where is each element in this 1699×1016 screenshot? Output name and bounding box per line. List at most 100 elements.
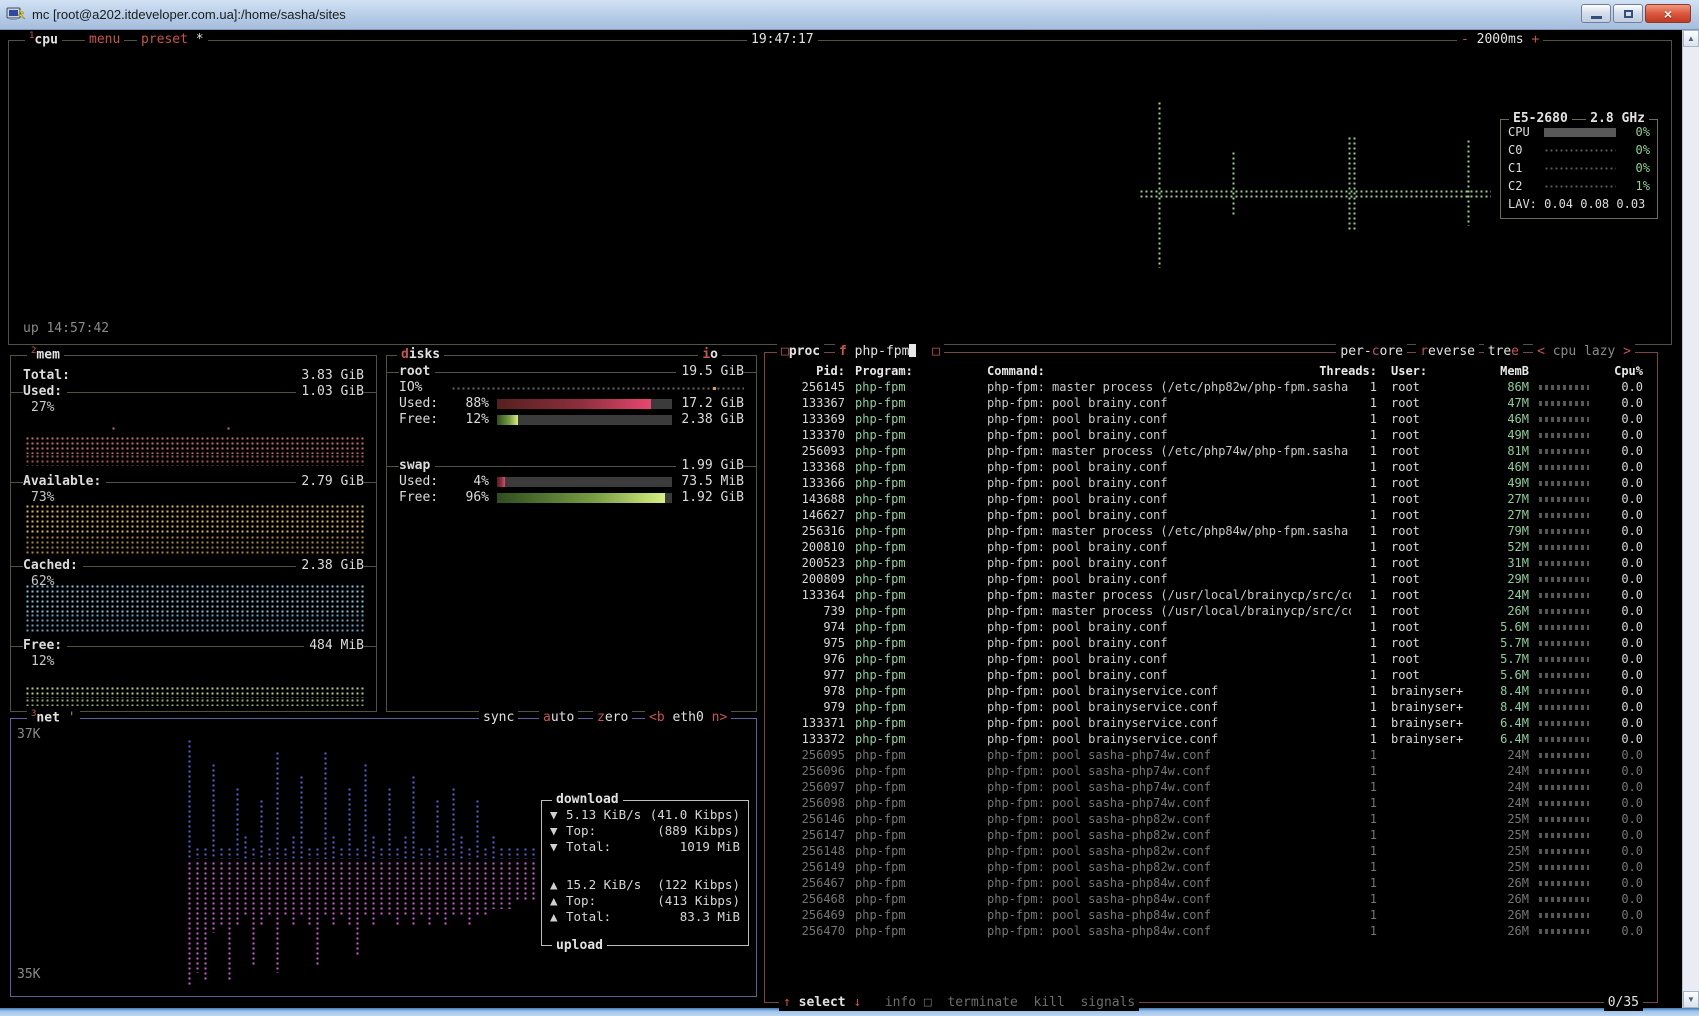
graph-dots (531, 847, 537, 859)
select-up-icon[interactable]: ↑ (783, 995, 791, 1010)
graph-dots (275, 861, 281, 973)
proc-row[interactable]: 143688php-fpmphp-fpm: pool brainy.conf1r… (773, 491, 1649, 507)
graph-dots (1157, 101, 1162, 111)
proc-row[interactable]: 256097php-fpmphp-fpm: pool sasha-php74w.… (773, 779, 1649, 795)
proc-row[interactable]: 133369php-fpmphp-fpm: pool brainy.conf1r… (773, 411, 1649, 427)
graph-dots (515, 861, 521, 901)
proc-row[interactable]: 256096php-fpmphp-fpm: pool sasha-php74w.… (773, 763, 1649, 779)
filter-clear-icon[interactable]: □ (932, 344, 940, 359)
cpu-info-box: E5-2680 2.8 GHz CPU0%C00%C10%C21% LAV: 0… (1500, 119, 1658, 219)
scroll-down-icon[interactable]: ▼ (1683, 991, 1699, 1008)
filter-value: php-fpm (855, 344, 910, 359)
mem-stat-row: Used:1.03 GiB (23, 384, 364, 400)
app-window: mc [root@a202.itdeveloper.com.ua]:/home/… (0, 0, 1699, 1016)
disks-tab[interactable]: disks (397, 347, 444, 363)
graph-dots (203, 861, 209, 981)
terminate-action[interactable]: terminate (947, 995, 1017, 1010)
tree-toggle[interactable]: tree (1484, 344, 1523, 360)
proc-row[interactable]: 256098php-fpmphp-fpm: pool sasha-php74w.… (773, 795, 1649, 811)
proc-row[interactable]: 133371php-fpmphp-fpm: pool brainyservice… (773, 715, 1649, 731)
proc-row[interactable]: 256316php-fpmphp-fpm: master process (/e… (773, 523, 1649, 539)
select-down-icon[interactable]: ↓ (853, 995, 861, 1010)
maximize-icon (1624, 10, 1633, 18)
graph-dots (355, 861, 361, 957)
graph-dots (251, 861, 257, 965)
window-title: mc [root@a202.itdeveloper.com.ua]:/home/… (32, 7, 346, 22)
graph-dots (25, 454, 364, 466)
scroll-up-icon[interactable]: ▲ (1683, 30, 1699, 47)
kill-action[interactable]: kill (1034, 995, 1065, 1010)
proc-row[interactable]: 133372php-fpmphp-fpm: pool brainyservice… (773, 731, 1649, 747)
signals-action[interactable]: signals (1080, 995, 1135, 1010)
maximize-button[interactable] (1613, 4, 1643, 23)
proc-row[interactable]: 256467php-fpmphp-fpm: pool sasha-php84w.… (773, 875, 1649, 891)
proc-row[interactable]: 256469php-fpmphp-fpm: pool sasha-php84w.… (773, 907, 1649, 923)
io-toggle[interactable]: io (698, 347, 722, 363)
graph-dots (363, 763, 369, 859)
graph-dots (1347, 136, 1356, 231)
proc-row[interactable]: 256146php-fpmphp-fpm: pool sasha-php82w.… (773, 811, 1649, 827)
graph-dots (323, 861, 329, 917)
process-filter-input[interactable]: f php-fpm □ (835, 344, 944, 360)
proc-row[interactable]: 133366php-fpmphp-fpm: pool brainy.conf1r… (773, 475, 1649, 491)
proc-row[interactable]: 256148php-fpmphp-fpm: pool sasha-php82w.… (773, 843, 1649, 859)
proc-row[interactable]: 978php-fpmphp-fpm: pool brainyservice.co… (773, 683, 1649, 699)
sort-selector[interactable]: < cpu lazy > (1533, 344, 1635, 360)
graph-dots (435, 861, 441, 917)
proc-row[interactable]: 256470php-fpmphp-fpm: pool sasha-php84w.… (773, 923, 1649, 939)
per-core-toggle[interactable]: per-core (1336, 344, 1407, 360)
minimize-button[interactable] (1581, 4, 1611, 23)
proc-row[interactable]: 200523php-fpmphp-fpm: pool brainy.conf1r… (773, 555, 1649, 571)
proc-row[interactable]: 200809php-fpmphp-fpm: pool brainy.conf1r… (773, 571, 1649, 587)
proc-tab[interactable]: □proc (777, 344, 824, 360)
graph-dots (187, 861, 193, 987)
window-scrollbar[interactable]: ▲ ▼ (1682, 30, 1699, 1008)
proc-row[interactable]: 977php-fpmphp-fpm: pool brainy.conf1root… (773, 667, 1649, 683)
proc-row[interactable]: 256095php-fpmphp-fpm: pool sasha-php74w.… (773, 747, 1649, 763)
graph-dots (355, 847, 361, 859)
proc-row[interactable]: 256149php-fpmphp-fpm: pool sasha-php82w.… (773, 859, 1649, 875)
proc-row[interactable]: 739php-fpmphp-fpm: master process (/usr/… (773, 603, 1649, 619)
mem-tab[interactable]: 2mem (27, 347, 64, 363)
proc-row[interactable]: 975php-fpmphp-fpm: pool brainy.conf1root… (773, 635, 1649, 651)
select-action[interactable]: select (799, 995, 846, 1010)
graph-dots (195, 861, 201, 973)
terminal-screen: 1cpu menu preset * 19:47:17 - 2000ms + E… (0, 30, 1682, 1008)
graph-dots (499, 847, 505, 859)
graph-dots (347, 861, 353, 925)
proc-row[interactable]: 974php-fpmphp-fpm: pool brainy.conf1root… (773, 619, 1649, 635)
close-button[interactable]: × (1645, 4, 1691, 23)
proc-row[interactable]: 133367php-fpmphp-fpm: pool brainy.conf1r… (773, 395, 1649, 411)
mem-stat-row: Cached:2.38 GiB (23, 558, 364, 574)
proc-row[interactable]: 133370php-fpmphp-fpm: pool brainy.conf1r… (773, 427, 1649, 443)
proc-row[interactable]: 133364php-fpmphp-fpm: master process (/u… (773, 587, 1649, 603)
graph-dots (25, 584, 364, 613)
mem-stat-row: Available:2.79 GiB (23, 474, 364, 490)
graph-dots (315, 861, 321, 965)
reverse-toggle[interactable]: reverse (1416, 344, 1479, 360)
graph-dots (483, 861, 489, 917)
cpu-core-meter: C21% (1501, 177, 1657, 195)
graph-dots (25, 686, 364, 698)
graph-dots (299, 775, 305, 859)
proc-row[interactable]: 133368php-fpmphp-fpm: pool brainy.conf1r… (773, 459, 1649, 475)
disk-usage-bar: Free:96%1.92 GiB (399, 490, 744, 506)
graph-dots (467, 847, 473, 859)
proc-row[interactable]: 256145php-fpmphp-fpm: master process (/e… (773, 379, 1649, 395)
graph-dots (475, 861, 481, 917)
graph-dots (111, 426, 116, 432)
graph-dots (235, 861, 241, 925)
graph-dots (451, 787, 457, 859)
proc-row[interactable]: 256147php-fpmphp-fpm: pool sasha-php82w.… (773, 827, 1649, 843)
graph-dots (291, 835, 297, 859)
window-titlebar[interactable]: mc [root@a202.itdeveloper.com.ua]:/home/… (0, 0, 1699, 30)
proc-row[interactable]: 256093php-fpmphp-fpm: master process (/e… (773, 443, 1649, 459)
proc-row[interactable]: 146627php-fpmphp-fpm: pool brainy.conf1r… (773, 507, 1649, 523)
proc-row[interactable]: 979php-fpmphp-fpm: pool brainyservice.co… (773, 699, 1649, 715)
graph-dots (307, 847, 313, 859)
proc-row[interactable]: 256468php-fpmphp-fpm: pool sasha-php84w.… (773, 891, 1649, 907)
proc-row[interactable]: 976php-fpmphp-fpm: pool brainy.conf1root… (773, 651, 1649, 667)
proc-row[interactable]: 200810php-fpmphp-fpm: pool brainy.conf1r… (773, 539, 1649, 555)
info-action[interactable]: info □ (885, 995, 932, 1010)
graph-dots (507, 847, 513, 859)
